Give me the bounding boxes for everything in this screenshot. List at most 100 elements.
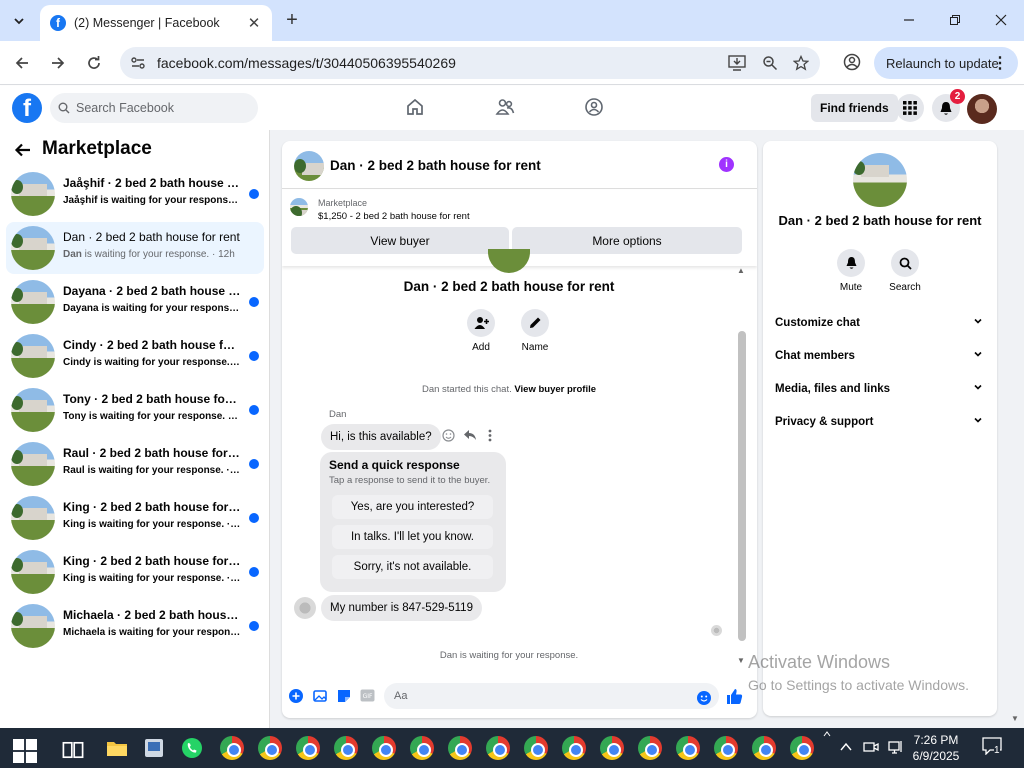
chrome-taskbar-icon[interactable] — [752, 736, 776, 760]
restore-button[interactable] — [940, 8, 970, 32]
conversation-item[interactable]: Raul · 2 bed 2 bath house for rent Raul i… — [6, 438, 264, 490]
relaunch-to-update-button[interactable]: Relaunch to update ⋮ — [874, 47, 1018, 79]
page-scroll-down-arrow-icon[interactable]: ▼ — [1011, 714, 1019, 723]
profile-avatar[interactable] — [967, 94, 997, 124]
chrome-profile-icon[interactable] — [843, 53, 861, 71]
chrome-taskbar-icon[interactable] — [714, 736, 738, 760]
chrome-taskbar-icon[interactable] — [258, 736, 282, 760]
chrome-taskbar-icon[interactable] — [334, 736, 358, 760]
conversation-item[interactable]: Cindy · 2 bed 2 bath house for rent Cindy… — [6, 330, 264, 382]
system-clock[interactable]: 7:26 PM 6/9/2025 — [893, 732, 979, 764]
facebook-logo-icon[interactable]: f — [12, 93, 42, 123]
conversation-item[interactable]: Dayana · 2 bed 2 bath house for rent Daya… — [6, 276, 264, 328]
mute-action[interactable]: Mute — [831, 249, 871, 293]
conversation-item[interactable]: King · 2 bed 2 bath house for rent King i… — [6, 492, 264, 544]
back-button[interactable] — [10, 51, 34, 75]
name-action[interactable]: Name — [515, 309, 555, 353]
info-icon[interactable]: i — [719, 157, 734, 172]
friends-icon[interactable] — [495, 97, 515, 117]
chrome-taskbar-icon[interactable] — [524, 736, 548, 760]
chrome-taskbar-icon[interactable] — [600, 736, 624, 760]
photo-icon[interactable] — [313, 689, 327, 703]
back-arrow-icon[interactable] — [14, 142, 32, 158]
emoji-icon[interactable] — [697, 691, 711, 705]
emoji-react-icon[interactable] — [442, 429, 455, 442]
conversation-item[interactable]: Dan · 2 bed 2 bath house for rent Dan is … — [6, 222, 264, 274]
message-bubble-phone[interactable]: My number is 847-529-5119 — [321, 595, 482, 621]
chrome-taskbar-icon[interactable] — [220, 736, 244, 760]
chrome-taskbar-icon[interactable] — [790, 736, 814, 760]
listing-small-thumbnail[interactable] — [290, 198, 308, 216]
chrome-taskbar-icon[interactable] — [562, 736, 586, 760]
task-view-icon[interactable] — [61, 738, 85, 762]
privacy-support-row[interactable]: Privacy & support — [775, 410, 985, 434]
more-options-button[interactable]: More options — [512, 227, 742, 254]
install-app-icon[interactable] — [728, 55, 746, 71]
menu-button[interactable] — [896, 94, 924, 122]
chrome-taskbar-icon[interactable] — [638, 736, 662, 760]
scroll-up-arrow-icon[interactable]: ▲ — [737, 266, 745, 275]
find-friends-button[interactable]: Find friends — [811, 94, 898, 122]
tab-search-button[interactable] — [6, 8, 32, 34]
scroll-down-arrow-icon[interactable]: ▼ — [737, 656, 745, 665]
meet-now-icon[interactable] — [863, 740, 879, 754]
message-bubble[interactable]: Hi, is this available? — [321, 424, 441, 450]
close-window-button[interactable] — [986, 8, 1016, 32]
gif-icon[interactable]: GIF — [360, 689, 375, 702]
media-app-icon[interactable] — [142, 736, 166, 760]
quick-response-sorry-button[interactable]: Sorry, it's not available. — [332, 555, 493, 579]
chat-title[interactable]: Dan · 2 bed 2 bath house for rent — [330, 158, 541, 173]
zoom-icon[interactable] — [762, 55, 778, 71]
facebook-search-input[interactable]: Search Facebook — [50, 93, 258, 123]
sticker-icon[interactable] — [337, 689, 351, 703]
listing-price-title[interactable]: $1,250 - 2 bed 2 bath house for rent — [318, 211, 470, 222]
add-action[interactable]: Add — [461, 309, 501, 353]
chrome-taskbar-icon[interactable] — [372, 736, 396, 760]
taskbar-scroll-up-icon[interactable] — [823, 731, 831, 737]
search-action[interactable]: Search — [885, 249, 925, 293]
media-files-links-row[interactable]: Media, files and links — [775, 377, 985, 401]
chat-members-row[interactable]: Chat members — [775, 344, 985, 368]
close-tab-icon[interactable]: ✕ — [246, 14, 262, 32]
windows-start-icon[interactable] — [13, 739, 37, 763]
reply-icon[interactable] — [463, 429, 477, 441]
conversation-item[interactable]: King · 2 bed 2 bath house for rent King i… — [6, 546, 264, 598]
listing-thumbnail[interactable] — [294, 151, 324, 181]
address-bar[interactable]: facebook.com/messages/t/3044050639554026… — [120, 47, 820, 79]
minimize-button[interactable] — [894, 8, 924, 32]
action-center-button[interactable]: 1 — [982, 737, 1006, 759]
chrome-taskbar-icon[interactable] — [296, 736, 320, 760]
conversation-item[interactable]: Jaåşhif · 2 bed 2 bath house for rent Jaå… — [6, 168, 264, 220]
browser-tab-messenger[interactable]: f (2) Messenger | Facebook ✕ — [40, 5, 272, 41]
chat-scroll-thumb[interactable] — [738, 331, 746, 641]
more-actions-icon[interactable] — [488, 429, 492, 442]
bookmark-star-icon[interactable] — [793, 55, 809, 71]
view-buyer-profile-link[interactable]: View buyer profile — [514, 384, 596, 395]
chrome-taskbar-icon[interactable] — [676, 736, 700, 760]
thumbs-up-icon[interactable] — [726, 688, 743, 705]
customize-chat-row[interactable]: Customize chat — [775, 311, 985, 335]
home-icon[interactable] — [405, 97, 425, 117]
file-explorer-icon[interactable] — [105, 736, 129, 760]
chrome-taskbar-icon[interactable] — [486, 736, 510, 760]
reload-button[interactable] — [82, 51, 106, 75]
chrome-taskbar-icon[interactable] — [448, 736, 472, 760]
whatsapp-icon[interactable] — [180, 736, 204, 760]
show-hidden-icons-icon[interactable] — [839, 740, 853, 754]
view-buyer-button[interactable]: View buyer — [291, 227, 509, 254]
plus-circle-icon[interactable] — [289, 689, 303, 703]
quick-response-in-talks-button[interactable]: In talks. I'll let you know. — [332, 525, 493, 549]
groups-icon[interactable] — [584, 97, 604, 117]
conversation-item[interactable]: Michaela · 2 bed 2 bath house for rent Mi… — [6, 600, 264, 652]
new-tab-button[interactable]: + — [281, 10, 303, 30]
chrome-taskbar-icon[interactable] — [410, 736, 434, 760]
message-input[interactable]: Aa — [384, 683, 719, 709]
minimize-icon — [904, 19, 914, 21]
forward-button[interactable] — [46, 51, 70, 75]
conversation-name: King — [63, 519, 86, 530]
quick-response-yes-button[interactable]: Yes, are you interested? — [332, 495, 493, 519]
more-menu-icon[interactable]: ⋮ — [992, 53, 1008, 73]
waiting-notice: Dan is waiting for your response. — [439, 650, 579, 661]
site-settings-icon[interactable] — [130, 55, 146, 71]
conversation-item[interactable]: Tony · 2 bed 2 bath house for rent Tony i… — [6, 384, 264, 436]
